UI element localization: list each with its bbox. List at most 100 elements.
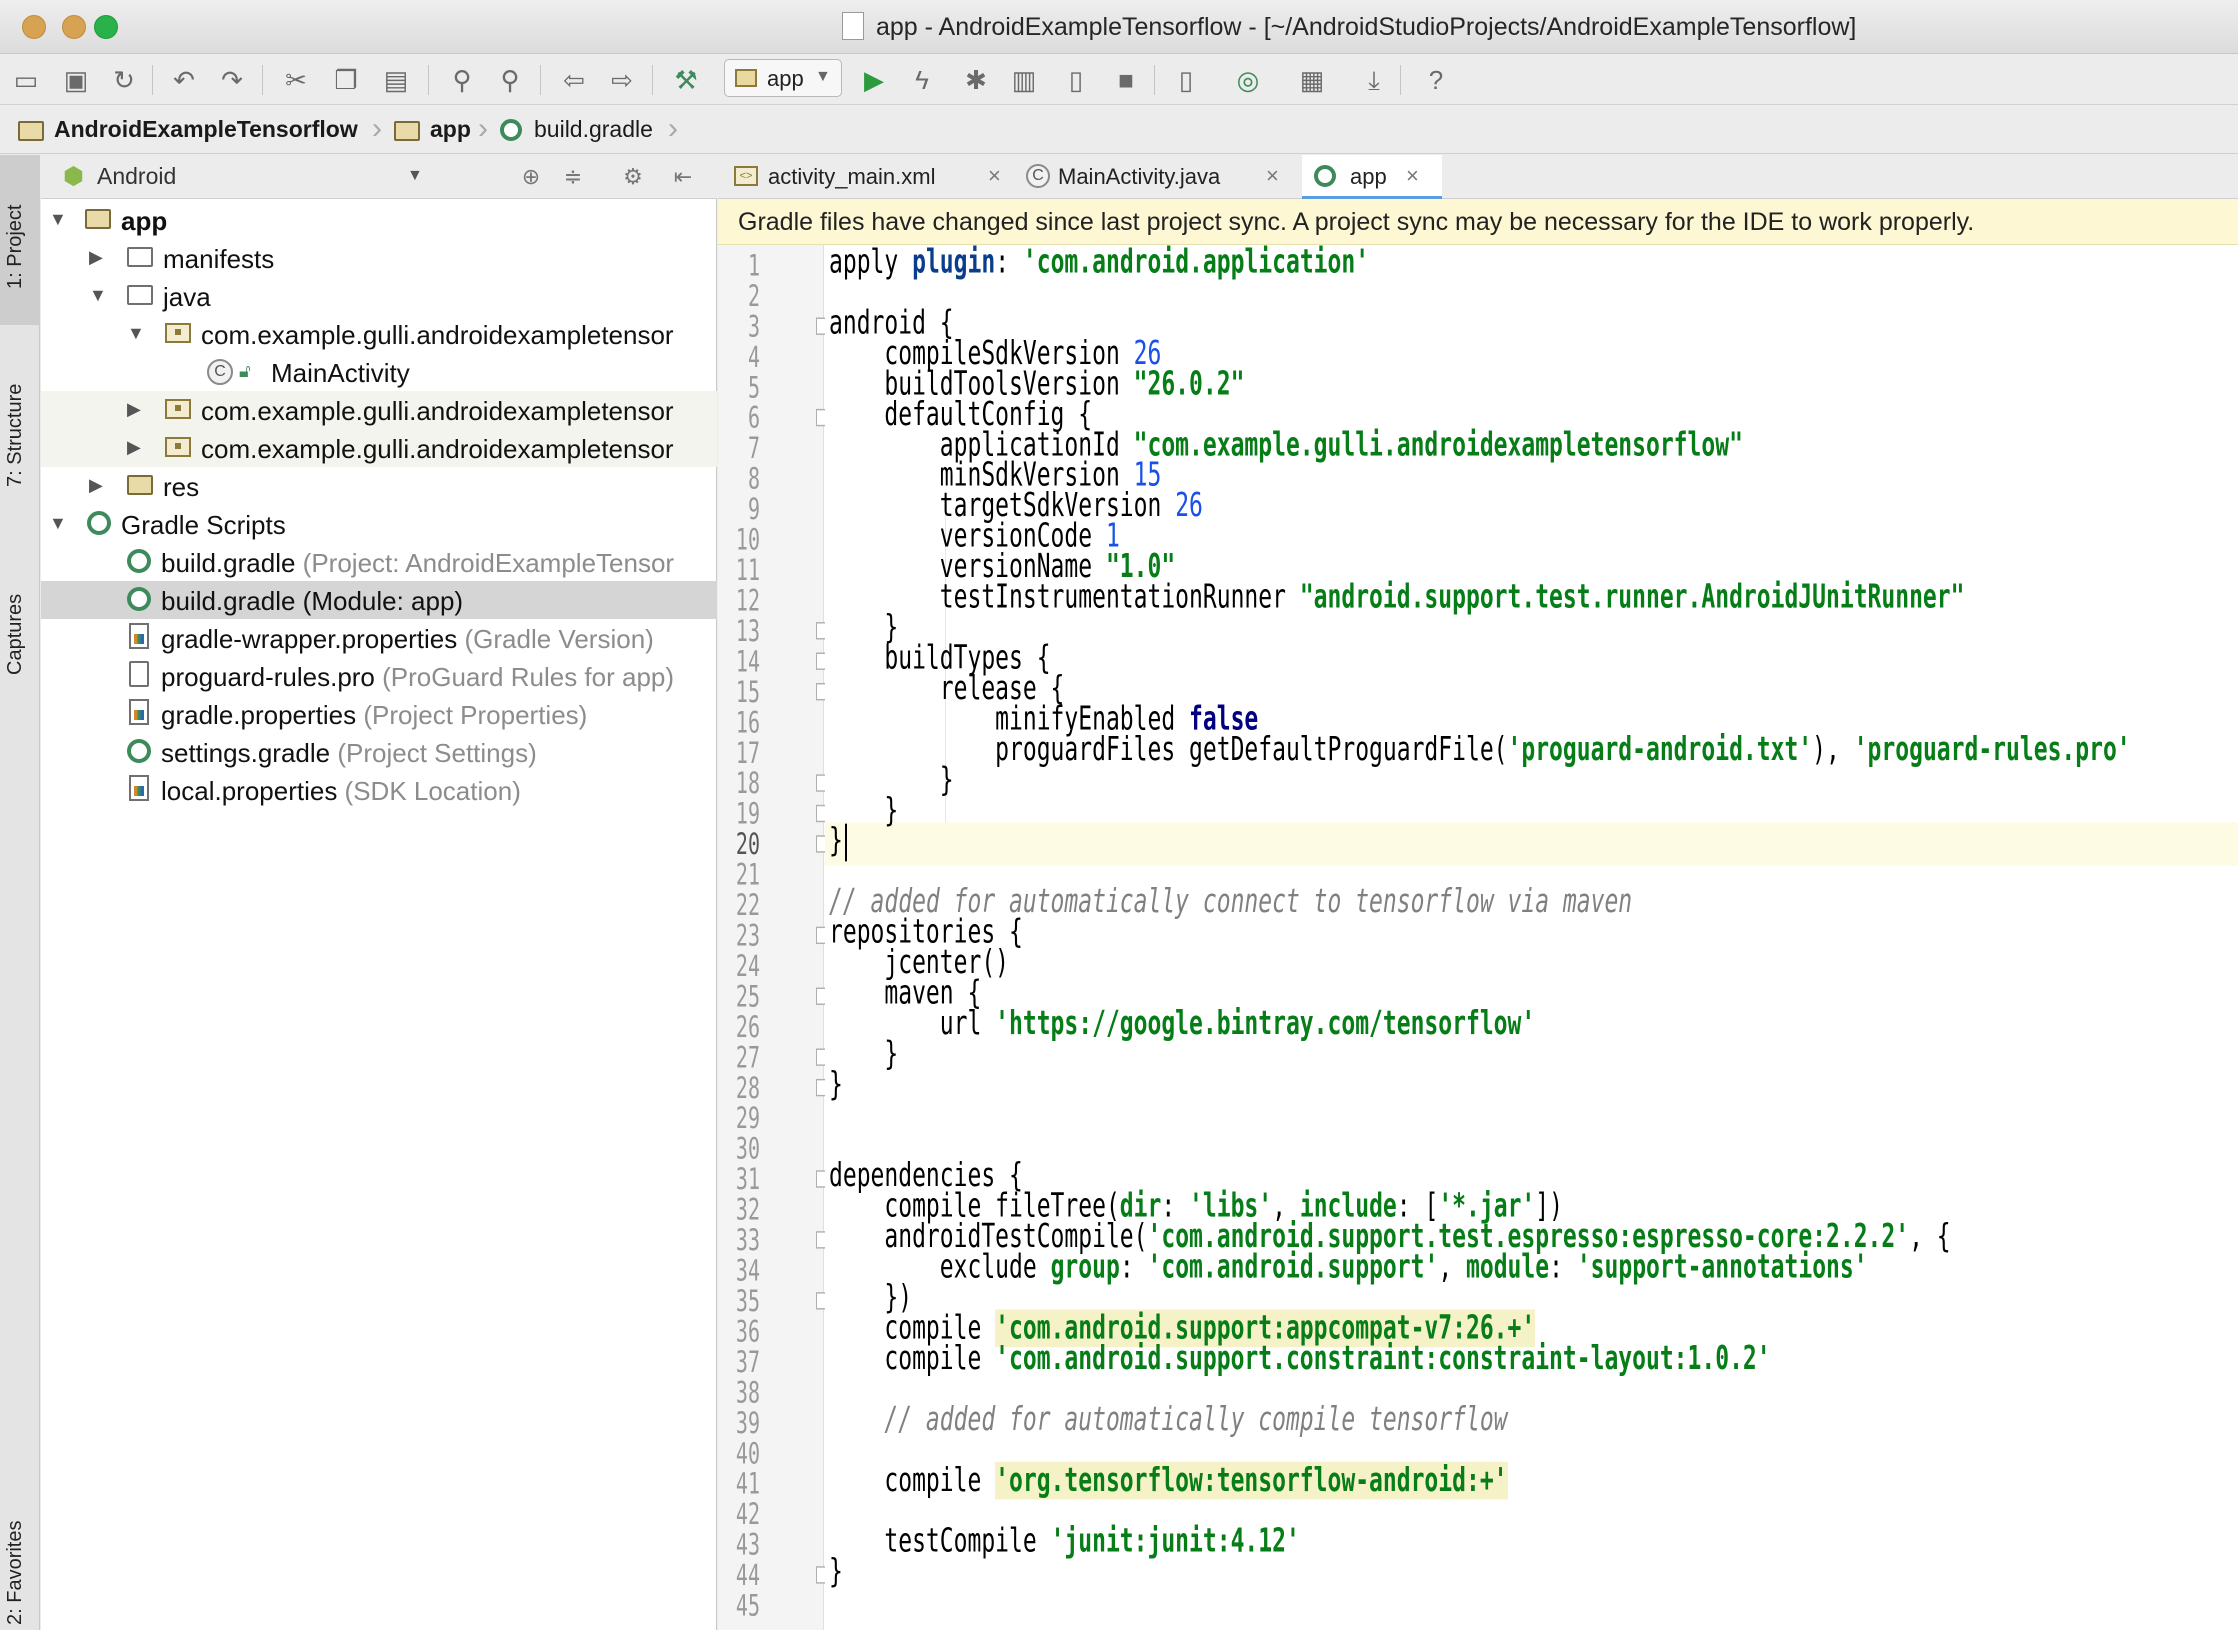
tree-item-gradle-scripts[interactable]: ▼ Gradle Scripts [41,505,717,543]
tree-item-app[interactable]: ▼ app [41,201,717,239]
tree-item-build-gradle-project[interactable]: build.gradle (Project: AndroidExampleTen… [41,543,717,581]
stop-icon[interactable]: ■ [1110,65,1142,95]
package-icon [165,323,191,343]
window-maximize-button[interactable] [94,15,118,39]
package-icon [165,437,191,457]
tree-item-package[interactable]: ▶ com.example.gulli.androidexampletensor [41,391,717,429]
text-file-icon [129,661,149,687]
code-token: apply [829,243,913,282]
tree-item-package[interactable]: ▼ com.example.gulli.androidexampletensor [41,315,717,353]
tree-item-settings-gradle[interactable]: settings.gradle (Project Settings) [41,733,717,771]
tab-captures[interactable]: Captures [4,555,36,675]
text-caret [845,823,847,862]
copy-icon[interactable]: ❐ [330,65,362,95]
code-token: "26.0.2" [1133,365,1245,404]
chevron-down-icon[interactable]: ▼ [49,513,67,534]
undo-icon[interactable]: ↶ [168,65,200,95]
find-icon[interactable]: ⚲ [446,65,478,95]
tree-item-mainactivity[interactable]: C 🔓︎ MainActivity [41,353,717,391]
chevron-down-icon[interactable]: ▼ [407,167,423,185]
run-configuration-select[interactable]: app ▼ [724,59,842,97]
chevron-down-icon[interactable]: ▼ [49,209,67,230]
sync-icon[interactable]: ↻ [108,65,140,95]
window-minimize-button[interactable] [62,15,86,39]
tree-item-label: gradle.properties (Project Properties) [161,700,588,730]
chevron-down-icon[interactable]: ▼ [127,323,145,344]
breadcrumb-module[interactable]: app [430,116,471,144]
editor-gutter: 1 2 3 4 5 6 7 8 9 10 11 12 13 14 15 16 17 18 19 20 21 22 23 24 2… [718,245,882,1630]
close-icon[interactable]: × [988,163,1001,189]
project-view-mode[interactable]: Android [97,163,176,190]
tab-project[interactable]: 1: Project [4,169,36,289]
paste-icon[interactable]: ▤ [380,65,412,95]
back-icon[interactable]: ⇦ [558,65,590,95]
forward-icon[interactable]: ⇨ [606,65,638,95]
code-token: : [1119,1248,1148,1287]
gear-icon[interactable]: ⚙ [619,163,647,191]
module-folder-icon [85,209,111,229]
help-icon[interactable]: ? [1420,65,1452,95]
project-panel-header: ⬢ Android ▼ ⊕ ≑ ⚙ ⇤ [41,155,717,199]
tab-app-build-gradle[interactable]: app × [1302,155,1442,199]
current-line-highlight [825,822,2238,866]
tree-item-res[interactable]: ▶ res [41,467,717,505]
tree-item-proguard[interactable]: proguard-rules.pro (ProGuard Rules for a… [41,657,717,695]
hide-panel-icon[interactable]: ⇤ [669,163,697,191]
tree-item-local-properties[interactable]: local.properties (SDK Location) [41,771,717,809]
tree-item-label: java [163,282,211,312]
chevron-right-icon: › [372,112,382,145]
apply-changes-icon[interactable]: ϟ [906,65,938,95]
resource-folder-icon [127,475,153,495]
cut-icon[interactable]: ✂ [280,65,312,95]
tab-mainactivity-java[interactable]: C MainActivity.java × [1018,155,1296,199]
collapse-all-icon[interactable]: ≑ [559,163,587,191]
code-token: 'support-annotations' [1576,1248,1868,1287]
code-token: , { [1909,1218,1951,1256]
avd-manager-icon[interactable]: ▯ [1170,65,1202,95]
breadcrumb-file[interactable]: build.gradle [534,116,653,144]
tree-item-label: com.example.gulli.androidexampletensor [201,434,674,464]
run-icon[interactable]: ▶ [858,65,890,95]
code-line: proguardFiles getDefaultProguardFile('pr… [829,731,2131,775]
close-icon[interactable]: × [1266,163,1279,189]
code-token: plugin [912,243,996,282]
chevron-right-icon[interactable]: ▶ [89,247,103,268]
redo-icon[interactable]: ↷ [216,65,248,95]
gradle-icon [127,549,151,573]
close-icon[interactable]: × [1406,163,1419,189]
tree-item-package[interactable]: ▶ com.example.gulli.androidexampletensor [41,429,717,467]
replace-icon[interactable]: ⚲ [494,65,526,95]
tree-item-java[interactable]: ▼ java [41,277,717,315]
chevron-right-icon[interactable]: ▶ [127,399,141,420]
chevron-right-icon[interactable]: ▶ [127,437,141,458]
gradle-icon [87,511,111,535]
tree-item-gradle-properties[interactable]: gradle.properties (Project Properties) [41,695,717,733]
tab-activity-main-xml[interactable]: <> activity_main.xml × [732,155,1012,199]
project-structure-icon[interactable]: ▦ [1296,65,1328,95]
code-line: // added for automatically compile tenso… [829,1401,1507,1445]
tree-item-manifests[interactable]: ▶ manifests [41,239,717,277]
code-token: : [1549,1248,1577,1287]
sync-gradle-icon[interactable]: ◎ [1232,65,1264,95]
tree-item-build-gradle-module[interactable]: build.gradle (Module: app) [41,581,717,619]
open-icon[interactable]: ▭ [10,65,42,95]
build-icon[interactable]: ⚒ [670,65,702,95]
code-area[interactable]: apply plugin: 'com.android.application' a… [825,244,2238,1630]
profile-icon[interactable]: ▥ [1008,65,1040,95]
sdk-manager-icon[interactable]: ⤓ [1358,65,1390,95]
chevron-right-icon[interactable]: ▶ [89,475,103,496]
code-token: 'proguard-android.txt' [1507,730,1813,769]
breadcrumb-project[interactable]: AndroidExampleTensorflow [54,116,358,144]
tab-structure[interactable]: 7: Structure [4,347,36,487]
chevron-down-icon[interactable]: ▼ [89,285,107,306]
module-folder-icon [394,121,420,141]
save-icon[interactable]: ▣ [60,65,92,95]
tree-item-gradle-wrapper[interactable]: gradle-wrapper.properties (Gradle Versio… [41,619,717,657]
project-folder-icon [18,121,44,141]
attach-debugger-icon[interactable]: ▯ [1060,65,1092,95]
code-line: apply plugin: 'com.android.application' [829,244,1369,288]
window-close-button[interactable] [22,15,46,39]
scroll-from-source-icon[interactable]: ⊕ [517,163,545,191]
tab-favorites[interactable]: 2: Favorites [4,1495,36,1625]
debug-icon[interactable]: ✱ [960,65,992,95]
